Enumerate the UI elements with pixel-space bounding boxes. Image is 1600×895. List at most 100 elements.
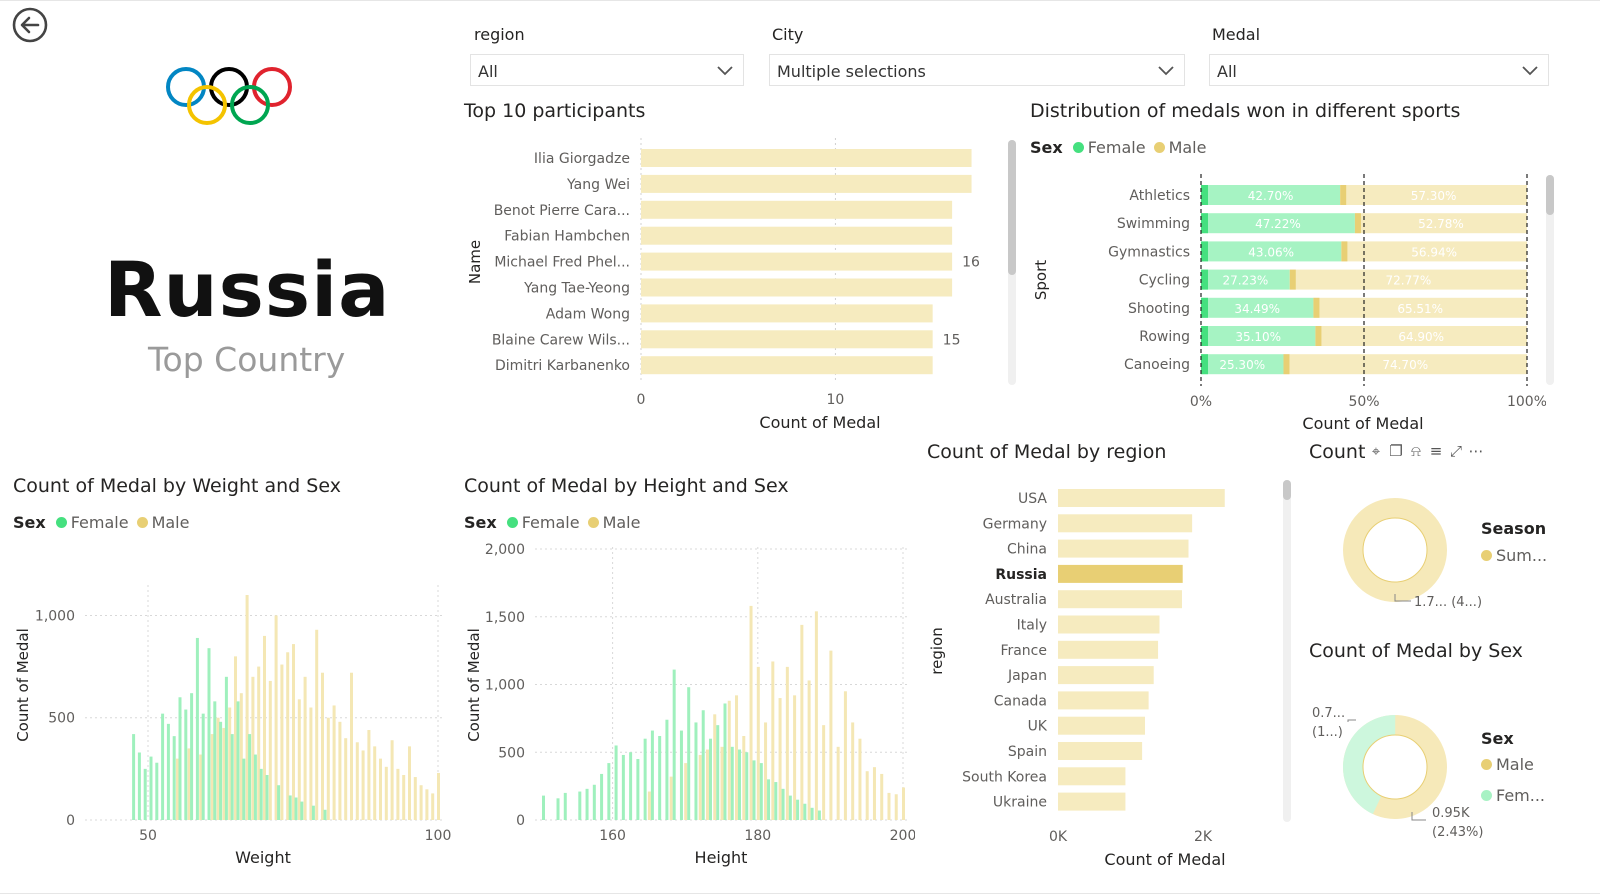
data-label: (1...): [1312, 725, 1343, 740]
tick-label: 1,500: [485, 610, 525, 626]
bar-female: [563, 792, 567, 820]
city-slicer[interactable]: Multiple selections: [769, 54, 1185, 86]
bar-male: [764, 722, 768, 820]
bar-male: [735, 695, 739, 820]
tick-label: 200: [890, 828, 915, 844]
weight-chart[interactable]: Count of Medal Weight 0 500 1,000 50 100: [0, 545, 455, 875]
region-chart-scrollbar[interactable]: [1283, 480, 1291, 500]
tick-label: 10: [827, 392, 845, 408]
bar-male: [778, 698, 782, 820]
data-label: (2.43%): [1432, 825, 1483, 840]
bar-male: [367, 730, 371, 820]
bar-male: [408, 746, 411, 820]
region-chart-title: Count of Medal by region: [927, 441, 1167, 463]
bar-male: [785, 666, 789, 820]
legend-male[interactable]: Male: [136, 513, 189, 532]
bar-male: [720, 746, 724, 820]
back-arrow-icon[interactable]: [12, 7, 48, 43]
bar-female: [781, 788, 785, 820]
bar-female: [708, 738, 712, 820]
bar-female: [817, 810, 821, 820]
bar-female: [259, 768, 263, 820]
focus-mode-icon[interactable]: ⤢: [1448, 442, 1464, 460]
legend-female[interactable]: Female: [1072, 138, 1146, 157]
tick-label: 2,000: [485, 542, 525, 558]
bar-female: [600, 773, 604, 820]
bar-female: [294, 797, 298, 820]
season-donut-legend[interactable]: Sum...: [1481, 546, 1555, 565]
bar-female: [242, 758, 246, 820]
bar-female: [265, 775, 269, 820]
bell-icon[interactable]: ⍾: [1408, 442, 1424, 460]
pin-icon[interactable]: ⌖: [1368, 442, 1384, 460]
sports-dist-scrollbar[interactable]: [1546, 175, 1554, 215]
bar-male: [858, 738, 862, 820]
bar-female: [629, 752, 633, 820]
bar-male: [742, 735, 746, 820]
medal-slicer[interactable]: All: [1209, 54, 1549, 86]
category-label: Germany: [983, 516, 1047, 532]
bar-female: [132, 734, 136, 820]
region-slicer[interactable]: All: [470, 54, 744, 86]
more-options-icon[interactable]: ⋯: [1468, 442, 1484, 460]
sports-dist-chart[interactable]: Sport Count of Medal Athletics 42.70% 57.3…: [1026, 168, 1546, 438]
region-slicer-label: region: [474, 25, 525, 44]
bar-male: [425, 789, 429, 820]
category-label: Cycling: [1139, 273, 1190, 289]
height-chart-title: Count of Medal by Height and Sex: [464, 475, 789, 497]
bar-female-accent: [1201, 241, 1208, 262]
bar-female: [190, 693, 194, 820]
legend-male[interactable]: Male: [1153, 138, 1206, 157]
category-label: Swimming: [1117, 216, 1190, 232]
category-label: Ukraine: [993, 795, 1047, 811]
category-label: Italy: [1017, 618, 1047, 634]
top-participants-title: Top 10 participants: [464, 100, 646, 122]
bar-female: [143, 768, 147, 820]
bar-female: [585, 788, 589, 820]
legend-male[interactable]: Male: [587, 513, 640, 532]
bar-male: [321, 672, 324, 820]
sports-dist-legend: Sex Female Male: [1030, 138, 1214, 157]
region-chart[interactable]: region Count of Medal USA Germany China Rus…: [920, 475, 1280, 875]
legend-female[interactable]: Female: [55, 513, 129, 532]
category-label: Yang Wei: [566, 177, 630, 193]
bar-male: [338, 721, 342, 820]
donut-slice-summer: [1343, 498, 1447, 602]
copy-icon[interactable]: ❐: [1388, 442, 1404, 460]
top-participants-scrollbar[interactable]: [1008, 140, 1016, 275]
bar-male-accent: [1341, 241, 1348, 262]
legend-summer: Sum...: [1481, 546, 1547, 565]
sex-donut-legend-male[interactable]: Male: [1481, 755, 1542, 774]
height-chart[interactable]: Count of Medal Height 0 500 1,000 1,500 2,00…: [455, 535, 915, 875]
tick-label: 100: [425, 828, 452, 844]
bar-female: [542, 795, 545, 820]
sex-donut-chart[interactable]: 0.7... (1...) 0.95K (2.43%): [1300, 680, 1600, 860]
region-chart-scroll-track[interactable]: [1283, 480, 1291, 822]
weight-chart-title: Count of Medal by Weight and Sex: [13, 475, 341, 497]
legend-female[interactable]: Female: [506, 513, 580, 532]
category-label: France: [1000, 643, 1047, 659]
bar: [641, 226, 953, 245]
data-label-male: 56.94%: [1411, 245, 1457, 259]
bar-male: [361, 750, 365, 820]
bar: [1058, 489, 1225, 507]
bar: [641, 330, 933, 349]
height-chart-ylabel: Count of Medal: [465, 628, 483, 742]
medal-slicer-label: Medal: [1212, 25, 1261, 44]
top-participants-chart[interactable]: Name Count of Medal Ilia Giorgadze Yang W…: [460, 130, 1020, 440]
tick-label: 500: [498, 745, 525, 761]
bar-female: [184, 709, 188, 820]
filter-icon[interactable]: ≡: [1428, 442, 1444, 460]
bar-female: [803, 803, 807, 820]
category-label: Canoeing: [1124, 357, 1190, 373]
bar-male: [355, 742, 359, 820]
bar: [641, 174, 972, 193]
bar-female: [248, 734, 252, 820]
bar-male-accent: [1283, 354, 1290, 375]
tick-label: 0%: [1190, 394, 1212, 410]
bar-male: [705, 749, 709, 820]
category-label: Benot Pierre Cara...: [494, 203, 630, 219]
sex-donut-legend-female[interactable]: Fem...: [1481, 786, 1553, 805]
bar-female: [679, 730, 683, 820]
bar-male: [829, 650, 833, 820]
